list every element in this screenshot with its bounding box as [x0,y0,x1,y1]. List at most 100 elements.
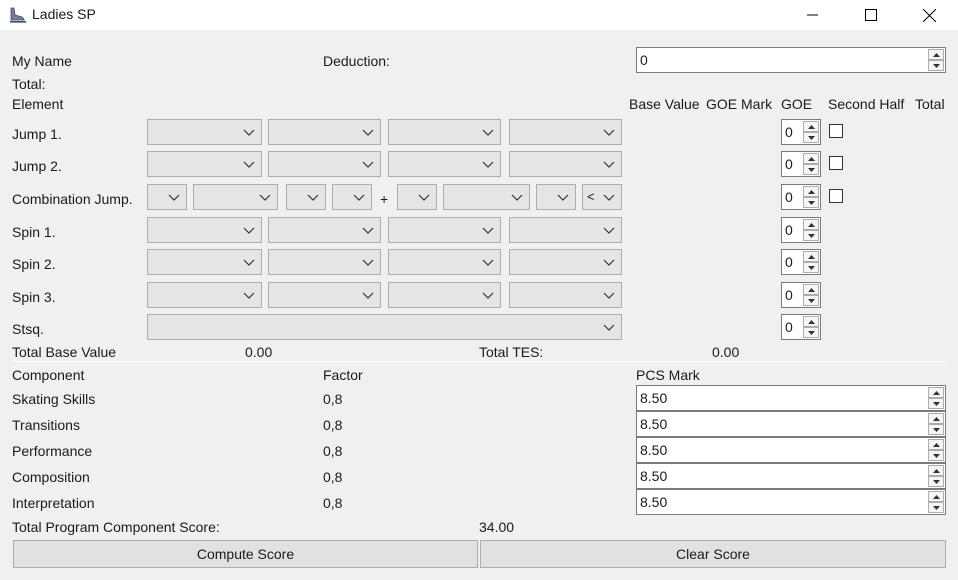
element-6-select-2[interactable] [268,282,381,308]
pcs-factor-4: 0,8 [323,469,343,485]
factor-header: Factor [323,367,363,383]
minimize-button[interactable] [790,0,836,30]
element-6-select-4[interactable] [509,282,622,308]
second-half-checkbox-2[interactable] [829,156,843,170]
goe-header: GOE [781,96,813,112]
element-5-select-3[interactable] [388,249,501,275]
element-5-select-2[interactable] [268,249,381,275]
pcs-factor-3: 0,8 [323,443,343,459]
combination-select-8[interactable]: < [582,184,622,210]
combination-select-2[interactable] [193,184,278,210]
element-4-select-1[interactable] [147,217,262,243]
spin-up-icon[interactable] [928,49,944,60]
element-1-select-2[interactable] [268,119,381,145]
combination-select-7[interactable] [536,184,576,210]
element-5-select-4[interactable] [509,249,622,275]
spin-up-icon[interactable] [803,153,819,164]
maximize-button[interactable] [848,0,894,30]
spin-down-icon[interactable] [928,502,944,513]
spin-down-icon[interactable] [928,450,944,461]
chevron-down-icon [603,324,615,331]
spin-up-icon[interactable] [928,465,944,476]
element-1-select-1[interactable] [147,119,262,145]
chevron-down-icon [603,292,615,299]
goe-spinner-1-value: 0 [785,124,793,140]
spin-up-icon[interactable] [803,219,819,230]
clear-score-button[interactable]: Clear Score [480,540,946,568]
pcs-mark-spinner-5[interactable]: 8.50 [636,489,946,515]
element-label-3: Combination Jump. [12,191,133,207]
total-tes-label: Total TES: [479,344,544,360]
goe-spinner-7[interactable]: 0 [781,314,821,340]
second-half-checkbox-1[interactable] [829,124,843,138]
spin-up-icon[interactable] [928,491,944,502]
spin-down-icon[interactable] [803,197,819,208]
deduction-label: Deduction: [323,53,390,69]
pcs-mark-spinner-3[interactable]: 8.50 [636,437,946,463]
element-2-select-1[interactable] [147,151,262,177]
chevron-down-icon [243,129,255,136]
total-pcs-label: Total Program Component Score: [12,519,220,535]
spin-down-icon[interactable] [928,476,944,487]
combination-select-5[interactable] [397,184,437,210]
element-4-select-3[interactable] [388,217,501,243]
window-title: Ladies SP [32,6,96,22]
element-6-select-3[interactable] [388,282,501,308]
goe-spinner-2[interactable]: 0 [781,151,821,177]
spin-up-icon[interactable] [928,413,944,424]
element-5-select-1[interactable] [147,249,262,275]
spin-down-icon[interactable] [803,230,819,241]
close-button[interactable] [906,0,952,30]
goe-spinner-3[interactable]: 0 [781,184,821,210]
total-label: Total: [12,76,46,92]
spin-up-icon[interactable] [803,251,819,262]
spin-down-icon[interactable] [928,60,944,71]
spin-down-icon[interactable] [803,327,819,338]
goe-spinner-4-value: 0 [785,222,793,238]
spin-down-icon[interactable] [803,164,819,175]
goe-spinner-5[interactable]: 0 [781,249,821,275]
element-6-select-1[interactable] [147,282,262,308]
goe-spinner-1[interactable]: 0 [781,119,821,145]
total-base-value: 0.00 [245,344,273,360]
compute-score-button[interactable]: Compute Score [13,540,478,568]
element-2-select-2[interactable] [268,151,381,177]
goe-spinner-6[interactable]: 0 [781,282,821,308]
goe-spinner-4[interactable]: 0 [781,217,821,243]
stsq-select[interactable] [147,314,622,340]
chevron-down-icon [603,194,615,201]
spin-up-icon[interactable] [928,439,944,450]
spin-up-icon[interactable] [928,387,944,398]
element-4-select-4[interactable] [509,217,622,243]
chevron-down-icon [482,161,494,168]
spin-up-icon[interactable] [803,186,819,197]
spin-up-icon[interactable] [803,284,819,295]
spin-down-icon[interactable] [803,132,819,143]
spin-down-icon[interactable] [928,398,944,409]
combination-select-1[interactable] [147,184,187,210]
chevron-down-icon [482,129,494,136]
pcs-component-1: Skating Skills [12,391,96,407]
skate-app-icon [10,7,26,23]
combination-select-3[interactable] [286,184,326,210]
spin-down-icon[interactable] [928,424,944,435]
element-2-select-4[interactable] [509,151,622,177]
chevron-down-icon [243,227,255,234]
combination-select-4[interactable] [332,184,372,210]
pcs-mark-spinner-4[interactable]: 8.50 [636,463,946,489]
spin-up-icon[interactable] [803,316,819,327]
pcs-mark-spinner-1[interactable]: 8.50 [636,385,946,411]
element-2-select-3[interactable] [388,151,501,177]
pcs-mark-spinner-2[interactable]: 8.50 [636,411,946,437]
second-half-checkbox-3[interactable] [829,189,843,203]
chevron-down-icon [307,194,319,201]
spin-down-icon[interactable] [803,295,819,306]
combination-select-6[interactable] [443,184,530,210]
spin-up-icon[interactable] [803,121,819,132]
spin-down-icon[interactable] [803,262,819,273]
element-1-select-4[interactable] [509,119,622,145]
element-4-select-2[interactable] [268,217,381,243]
deduction-spinner[interactable]: 0 [636,47,946,73]
element-1-select-3[interactable] [388,119,501,145]
element-label-5: Spin 2. [12,256,56,272]
